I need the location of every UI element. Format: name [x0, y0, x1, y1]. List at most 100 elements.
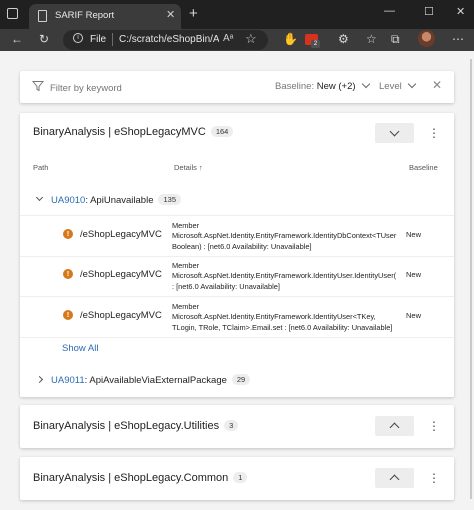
browser-tab-sarif-report[interactable]: SARIF Report ✕ [29, 4, 181, 29]
baseline-dropdown[interactable]: Baseline: New (+2) [275, 79, 370, 92]
table-row[interactable]: ! /eShopLegacyMVC Member Microsoft.AspNe… [20, 297, 454, 338]
maximize-button[interactable]: ☐ [424, 5, 434, 18]
run-title-text: BinaryAnalysis | eShopLegacyMVC [33, 126, 206, 138]
table-row[interactable]: ! /eShopLegacyMVC Member Microsoft.AspNe… [20, 256, 454, 297]
clear-filter-icon[interactable]: ✕ [432, 78, 442, 92]
details-line: : [net6.0 Availability: Unavailable] [172, 281, 280, 291]
column-header-baseline[interactable]: Baseline [409, 163, 438, 172]
result-details: Member Microsoft.AspNet.Identity.EntityF… [172, 261, 402, 292]
warning-icon: ! [63, 269, 73, 279]
tab-title: SARIF Report [55, 10, 115, 21]
run-card-eshoplegacy-utilities: BinaryAnalysis | eShopLegacy.Utilities 3 … [20, 405, 454, 448]
address-bar[interactable]: i File C:/scratch/eShopBin/A... Aᵃ ☆ [63, 30, 268, 50]
back-arrow-icon[interactable]: ← [11, 32, 23, 46]
details-line: Member [172, 302, 200, 311]
expand-run-button[interactable] [375, 416, 414, 436]
chevron-up-icon [389, 474, 400, 485]
extension-hand-icon[interactable]: ✋ [283, 32, 298, 46]
rule-id-link[interactable]: UA9011 [51, 375, 85, 386]
refresh-icon[interactable]: ↻ [39, 32, 49, 46]
result-count-badge: 164 [210, 126, 234, 137]
chevron-up-icon [389, 422, 400, 433]
chevron-down-icon [389, 126, 400, 137]
result-path[interactable]: /eShopLegacyMVC [80, 310, 162, 321]
document-icon [38, 10, 47, 22]
details-line: Microsoft.AspNet.Identity.EntityFramewor… [172, 231, 397, 241]
details-line: Microsoft.AspNet.Identity.EntityFramewor… [172, 271, 397, 281]
level-label: Level [379, 81, 402, 92]
new-tab-button[interactable]: + [189, 5, 198, 22]
level-dropdown[interactable]: Level [379, 79, 416, 92]
column-header-details[interactable]: Details ↑ [174, 163, 203, 172]
result-count-badge: 3 [224, 420, 239, 431]
chevron-down-icon [35, 193, 44, 202]
run-menu-icon[interactable]: ⋮ [428, 419, 440, 433]
result-path[interactable]: /eShopLegacyMVC [80, 269, 162, 280]
baseline-label: Baseline: [275, 81, 317, 92]
chevron-down-icon [407, 79, 416, 89]
run-menu-icon[interactable]: ⋮ [428, 126, 440, 140]
result-baseline: New [406, 311, 422, 320]
show-all-link[interactable]: Show All [62, 343, 98, 354]
filter-bar: Baseline: New (+2) Level ✕ [20, 71, 454, 103]
details-line: Boolean) : [net6.0 Availability: Unavail… [172, 241, 312, 251]
run-card-eshoplegacy-common: BinaryAnalysis | eShopLegacy.Common 1 ⋮ [20, 457, 454, 500]
more-options-icon[interactable]: ⋯ [452, 32, 464, 46]
address-url[interactable]: C:/scratch/eShopBin/A... [119, 34, 219, 45]
extensions-puzzle-icon[interactable]: ⚙ [338, 32, 349, 46]
avatar[interactable] [418, 30, 435, 47]
run-menu-icon[interactable]: ⋮ [428, 471, 440, 485]
run-title: BinaryAnalysis | eShopLegacy.Utilities 3 [33, 420, 239, 432]
collapse-run-button[interactable] [375, 123, 414, 143]
run-title: BinaryAnalysis | eShopLegacyMVC 164 [33, 126, 234, 138]
result-baseline: New [406, 270, 422, 279]
result-details: Member Microsoft.AspNet.Identity.EntityF… [172, 221, 402, 252]
run-title-text: BinaryAnalysis | eShopLegacy.Common [33, 472, 229, 484]
warning-icon: ! [63, 229, 73, 239]
filter-keyword-input[interactable] [48, 78, 272, 98]
details-header-label: Details [174, 163, 197, 172]
chevron-right-icon [35, 375, 44, 384]
window-menu-icon[interactable] [7, 8, 18, 19]
rule-id-link[interactable]: UA9010 [51, 195, 85, 206]
group-count-badge: 29 [231, 374, 251, 385]
sort-arrow-icon: ↑ [199, 163, 203, 172]
column-header-path[interactable]: Path [33, 163, 48, 172]
read-aloud-icon[interactable]: Aᵃ [223, 33, 233, 44]
baseline-value: New (+2) [316, 81, 356, 92]
favorites-icon[interactable]: ☆ [366, 32, 377, 46]
browser-toolbar: ← ↻ i File C:/scratch/eShopBin/A... Aᵃ ☆… [0, 29, 474, 51]
minimize-button[interactable]: — [384, 5, 395, 17]
table-row[interactable]: ! /eShopLegacyMVC Member Microsoft.AspNe… [20, 215, 454, 257]
run-title-text: BinaryAnalysis | eShopLegacy.Utilities [33, 420, 220, 432]
result-baseline: New [406, 230, 422, 239]
rule-group-ua9010[interactable]: UA9010: ApiUnavailable 135 [35, 193, 181, 206]
warning-icon: ! [63, 310, 73, 320]
rule-message: : ApiUnavailable [85, 195, 154, 206]
group-count-badge: 135 [158, 194, 181, 205]
chevron-down-icon [361, 79, 370, 89]
title-bar: SARIF Report ✕ + — ☐ ✕ [0, 0, 474, 29]
details-line: Member [172, 261, 200, 270]
tab-close-icon[interactable]: ✕ [166, 8, 175, 21]
collections-icon[interactable]: ⧉ [391, 32, 400, 47]
result-path[interactable]: /eShopLegacyMVC [80, 229, 162, 240]
run-card-eshoplegacymvc: BinaryAnalysis | eShopLegacyMVC 164 ⋮ Pat… [20, 113, 454, 397]
run-title: BinaryAnalysis | eShopLegacy.Common 1 [33, 472, 248, 484]
rule-message: : ApiAvailableViaExternalPackage [84, 375, 227, 386]
expand-run-button[interactable] [375, 468, 414, 488]
scrollbar[interactable] [470, 59, 472, 499]
close-window-button[interactable]: ✕ [456, 5, 465, 18]
result-details: Member Microsoft.AspNet.Identity.EntityF… [172, 302, 402, 333]
details-line: Microsoft.AspNet.Identity.EntityFramewor… [172, 312, 376, 322]
result-count-badge: 1 [233, 472, 248, 483]
favorite-star-icon[interactable]: ☆ [245, 31, 257, 47]
details-line: Member [172, 221, 200, 230]
address-divider [112, 33, 113, 46]
filter-icon [32, 81, 44, 92]
sarif-viewer: Baseline: New (+2) Level ✕ BinaryAnalysi… [0, 51, 474, 510]
address-scheme-label: File [90, 34, 107, 45]
info-icon[interactable]: i [73, 33, 83, 43]
details-line: TLogin, TRole, TClaim>.Email.set : [net6… [172, 322, 393, 332]
rule-group-ua9011[interactable]: UA9011: ApiAvailableViaExternalPackage 29 [35, 374, 251, 386]
